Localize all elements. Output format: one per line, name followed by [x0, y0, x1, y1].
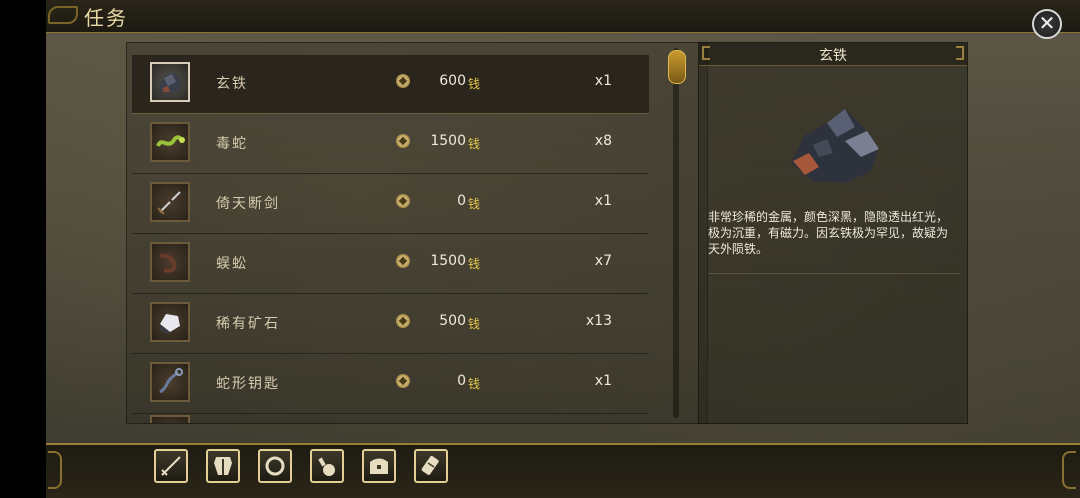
item-quantity: x8	[594, 133, 612, 149]
toolbar-ornament-icon	[1062, 451, 1076, 489]
broken-sword-icon	[150, 182, 190, 222]
item-name: 稀有矿石	[216, 316, 280, 332]
ring-icon[interactable]	[258, 449, 292, 483]
chest-icon[interactable]	[362, 449, 396, 483]
list-scrollbar[interactable]	[673, 48, 679, 418]
item-price: 500	[439, 313, 466, 329]
ore-icon	[791, 109, 879, 183]
bracket-right-icon	[956, 46, 964, 60]
rare-ore-icon	[150, 302, 190, 342]
item-price: 1500	[430, 253, 466, 269]
list-item[interactable]: 玄铁 600 钱 x1	[132, 55, 649, 114]
item-detail-panel: 玄铁 非常珍稀的金属，颜色深黑，隐隐透出红光，极为沉重，有磁力。因玄铁极为罕见，…	[698, 42, 968, 424]
item-price: 0	[457, 373, 466, 389]
coin-icon	[396, 314, 410, 328]
item-list: 玄铁 600 钱 x1 毒蛇 1500 钱 x8 倚天断剑 0 钱 x1 蜈蚣 …	[126, 42, 708, 424]
item-quantity: x1	[594, 73, 612, 89]
item-name: 玄铁	[216, 76, 248, 92]
coin-icon	[396, 194, 410, 208]
coin-icon	[396, 374, 410, 388]
potion-icon[interactable]	[310, 449, 344, 483]
close-button[interactable]: ✕	[1032, 9, 1062, 39]
coin-icon	[396, 134, 410, 148]
item-name: 蛇形钥匙	[216, 376, 280, 392]
page-title: 任务	[84, 6, 128, 30]
currency-label: 钱	[468, 137, 481, 151]
inventory-screen: 任务 ✕ 玄铁 600 钱 x1 毒蛇 1500 钱 x8 倚天断剑 0 钱 x…	[46, 0, 1080, 498]
list-item[interactable]	[132, 415, 649, 423]
item-price: 1500	[430, 133, 466, 149]
currency-label: 钱	[468, 317, 481, 331]
item-quantity: x1	[594, 373, 612, 389]
item-quantity: x7	[594, 253, 612, 269]
currency-label: 钱	[468, 377, 481, 391]
currency-label: 钱	[468, 257, 481, 271]
detail-description: 非常珍稀的金属，颜色深黑，隐隐透出红光，极为沉重，有磁力。因玄铁极为罕见，故疑为…	[708, 210, 949, 256]
divider	[708, 273, 960, 274]
coin-icon	[396, 74, 410, 88]
snake-icon	[150, 122, 190, 162]
currency-label: 钱	[468, 197, 481, 211]
item-price: 600	[439, 73, 466, 89]
item-name: 蜈蚣	[216, 256, 248, 272]
scroll-icon[interactable]	[414, 449, 448, 483]
item-price: 0	[457, 193, 466, 209]
scroll-handle[interactable]	[668, 50, 686, 84]
list-item[interactable]: 蜈蚣 1500 钱 x7	[132, 235, 649, 294]
ore-icon	[150, 62, 190, 102]
item-name: 倚天断剑	[216, 196, 280, 212]
snake-key-icon	[150, 362, 190, 402]
item-thumbnail	[150, 415, 190, 423]
item-quantity: x13	[585, 313, 612, 329]
coin-icon	[396, 254, 410, 268]
list-item[interactable]: 倚天断剑 0 钱 x1	[132, 175, 649, 234]
centipede-icon	[150, 242, 190, 282]
armor-icon[interactable]	[206, 449, 240, 483]
item-name: 毒蛇	[216, 136, 248, 152]
detail-header: 玄铁	[699, 43, 967, 66]
list-item[interactable]: 稀有矿石 500 钱 x13	[132, 295, 649, 354]
item-quantity: x1	[594, 193, 612, 209]
title-ornament-icon	[48, 6, 78, 24]
list-item[interactable]: 蛇形钥匙 0 钱 x1	[132, 355, 649, 414]
bottom-toolbar	[46, 443, 1080, 498]
currency-label: 钱	[468, 77, 481, 91]
sword-icon[interactable]	[154, 449, 188, 483]
title-bar: 任务 ✕	[46, 0, 1080, 39]
list-item[interactable]: 毒蛇 1500 钱 x8	[132, 115, 649, 174]
toolbar-ornament-icon	[48, 451, 62, 489]
detail-title: 玄铁	[819, 48, 847, 64]
